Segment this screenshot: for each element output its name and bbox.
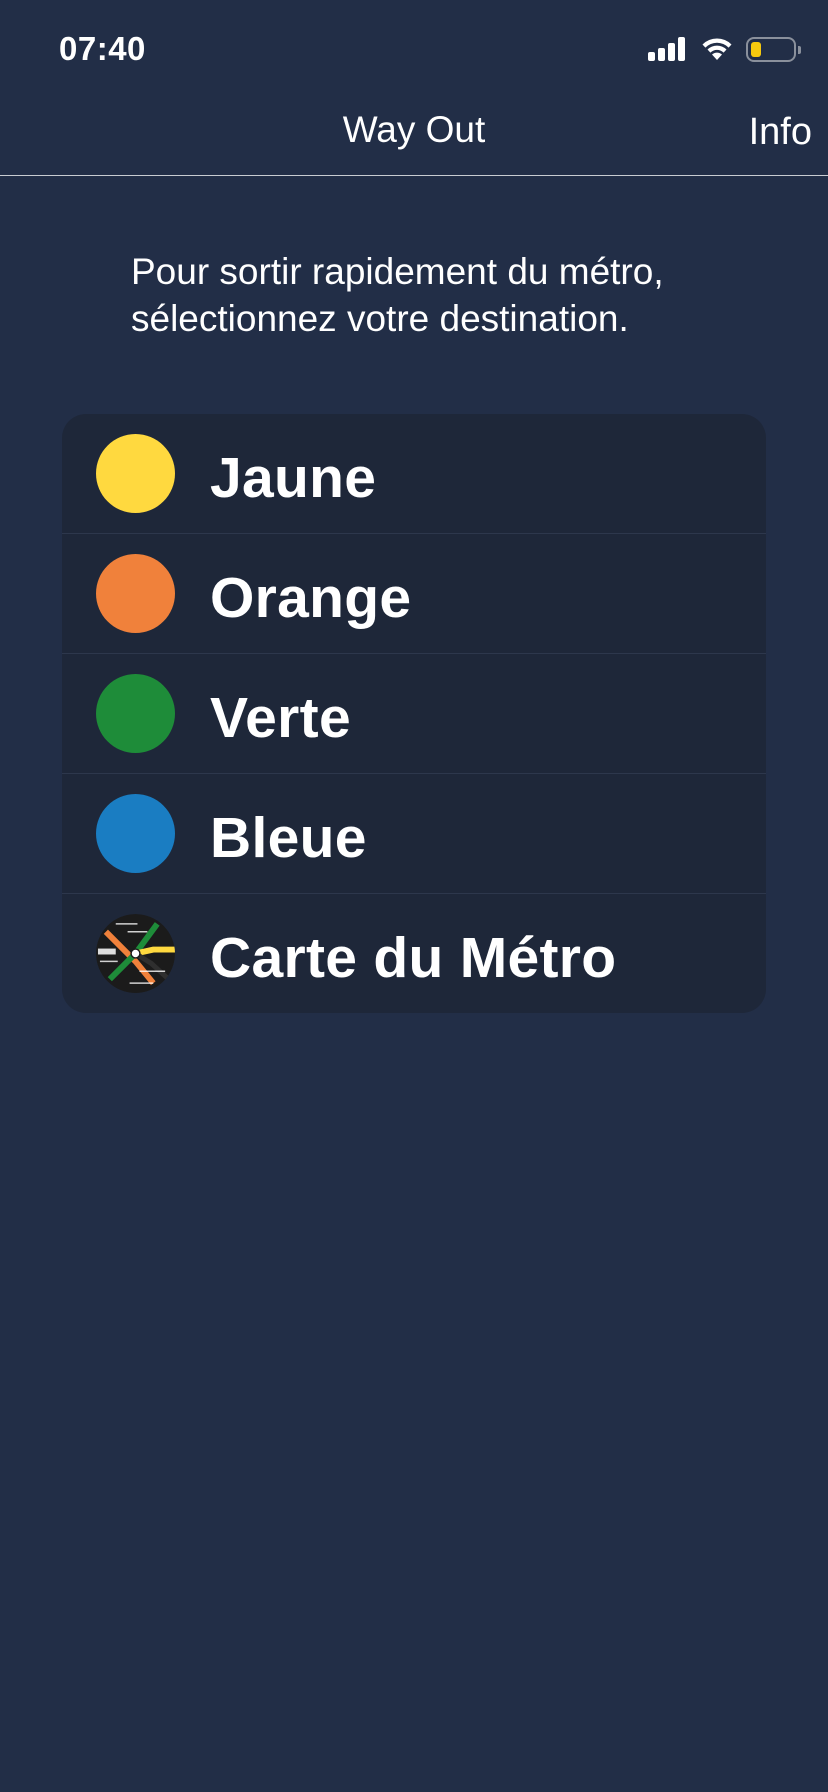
line-row-orange[interactable]: Orange xyxy=(62,534,766,654)
info-button[interactable]: Info xyxy=(749,110,812,154)
status-icons xyxy=(648,34,801,64)
green-line-dot-icon xyxy=(96,674,175,753)
line-row-jaune[interactable]: Jaune xyxy=(62,414,766,534)
line-label: Jaune xyxy=(210,446,377,510)
line-list: Jaune Orange Verte Bleue Carte du Métro xyxy=(62,414,766,1013)
line-row-verte[interactable]: Verte xyxy=(62,654,766,774)
yellow-line-dot-icon xyxy=(96,434,175,513)
line-label: Bleue xyxy=(210,806,367,870)
status-bar: 07:40 xyxy=(0,0,828,100)
line-row-carte-du-metro[interactable]: Carte du Métro xyxy=(62,894,766,1013)
metro-map-icon xyxy=(96,914,175,993)
battery-icon xyxy=(746,36,801,62)
orange-line-dot-icon xyxy=(96,554,175,633)
cellular-signal-icon xyxy=(648,37,688,61)
wifi-icon xyxy=(702,38,732,60)
intro-text: Pour sortir rapidement du métro, sélecti… xyxy=(131,251,664,339)
page-title: Way Out xyxy=(342,109,486,150)
line-row-bleue[interactable]: Bleue xyxy=(62,774,766,894)
line-label: Carte du Métro xyxy=(210,926,617,990)
status-time: 07:40 xyxy=(59,30,146,67)
line-label: Verte xyxy=(210,686,351,750)
navigation-bar: Way Out Info xyxy=(0,100,828,176)
blue-line-dot-icon xyxy=(96,794,175,873)
battery-level xyxy=(751,41,761,57)
line-label: Orange xyxy=(210,566,412,630)
